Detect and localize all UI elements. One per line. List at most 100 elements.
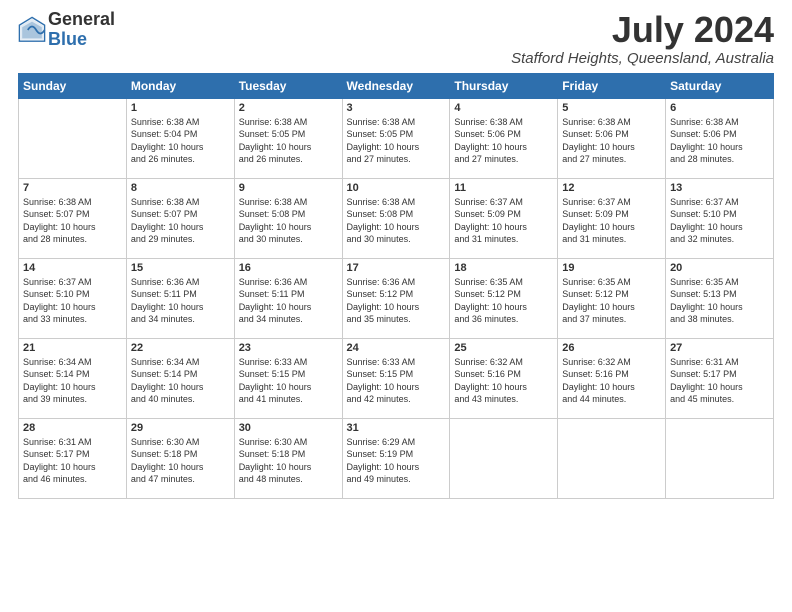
day-number: 15 [131, 262, 230, 274]
day-number: 22 [131, 342, 230, 354]
day-number: 10 [347, 182, 446, 194]
calendar-cell: 16 Sunrise: 6:36 AM Sunset: 5:11 PM Dayli… [234, 258, 342, 338]
day-info: Sunrise: 6:37 AM Sunset: 5:10 PM Dayligh… [670, 196, 769, 246]
col-monday: Monday [126, 73, 234, 98]
calendar-cell: 15 Sunrise: 6:36 AM Sunset: 5:11 PM Dayli… [126, 258, 234, 338]
calendar-cell: 7 Sunrise: 6:38 AM Sunset: 5:07 PM Daylig… [19, 178, 127, 258]
day-number: 20 [670, 262, 769, 274]
day-info: Sunrise: 6:38 AM Sunset: 5:07 PM Dayligh… [23, 196, 122, 246]
day-number: 29 [131, 422, 230, 434]
calendar-header-row: Sunday Monday Tuesday Wednesday Thursday… [19, 73, 774, 98]
calendar-cell: 26Sunrise: 6:32 AM Sunset: 5:16 PM Dayli… [558, 338, 666, 418]
calendar-cell: 11 Sunrise: 6:37 AM Sunset: 5:09 PM Dayli… [450, 178, 558, 258]
calendar-cell [19, 98, 127, 178]
calendar-cell: 22 Sunrise: 6:34 AM Sunset: 5:14 PM Dayli… [126, 338, 234, 418]
page: General Blue July 2024 Stafford Heights,… [0, 0, 792, 612]
day-number: 25 [454, 342, 553, 354]
calendar-cell: 29Sunrise: 6:30 AM Sunset: 5:18 PM Dayli… [126, 418, 234, 498]
calendar-cell: 14Sunrise: 6:37 AM Sunset: 5:10 PM Dayli… [19, 258, 127, 338]
day-info: Sunrise: 6:38 AM Sunset: 5:08 PM Dayligh… [239, 196, 338, 246]
day-number: 19 [562, 262, 661, 274]
calendar-cell: 9 Sunrise: 6:38 AM Sunset: 5:08 PM Daylig… [234, 178, 342, 258]
calendar-cell [666, 418, 774, 498]
day-info: Sunrise: 6:35 AM Sunset: 5:12 PM Dayligh… [562, 276, 661, 326]
day-info: Sunrise: 6:34 AM Sunset: 5:14 PM Dayligh… [131, 356, 230, 406]
calendar-cell: 12 Sunrise: 6:37 AM Sunset: 5:09 PM Dayli… [558, 178, 666, 258]
day-number: 11 [454, 182, 553, 194]
calendar-cell: 20 Sunrise: 6:35 AM Sunset: 5:13 PM Dayli… [666, 258, 774, 338]
day-info: Sunrise: 6:37 AM Sunset: 5:09 PM Dayligh… [562, 196, 661, 246]
logo-text: General Blue [48, 10, 115, 50]
day-info: Sunrise: 6:36 AM Sunset: 5:12 PM Dayligh… [347, 276, 446, 326]
col-friday: Friday [558, 73, 666, 98]
day-info: Sunrise: 6:35 AM Sunset: 5:13 PM Dayligh… [670, 276, 769, 326]
day-info: Sunrise: 6:32 AM Sunset: 5:16 PM Dayligh… [454, 356, 553, 406]
logo-icon [18, 16, 46, 44]
day-info: Sunrise: 6:38 AM Sunset: 5:05 PM Dayligh… [239, 116, 338, 166]
calendar-cell: 10Sunrise: 6:38 AM Sunset: 5:08 PM Dayli… [342, 178, 450, 258]
month-year-title: July 2024 [511, 10, 774, 50]
day-number: 9 [239, 182, 338, 194]
day-number: 4 [454, 102, 553, 114]
calendar-cell: 17Sunrise: 6:36 AM Sunset: 5:12 PM Dayli… [342, 258, 450, 338]
day-number: 7 [23, 182, 122, 194]
calendar-cell: 25 Sunrise: 6:32 AM Sunset: 5:16 PM Dayli… [450, 338, 558, 418]
day-info: Sunrise: 6:34 AM Sunset: 5:14 PM Dayligh… [23, 356, 122, 406]
day-number: 30 [239, 422, 338, 434]
calendar-cell: 5Sunrise: 6:38 AM Sunset: 5:06 PM Daylig… [558, 98, 666, 178]
calendar-cell: 4 Sunrise: 6:38 AM Sunset: 5:06 PM Daylig… [450, 98, 558, 178]
day-info: Sunrise: 6:38 AM Sunset: 5:07 PM Dayligh… [131, 196, 230, 246]
day-number: 28 [23, 422, 122, 434]
day-info: Sunrise: 6:35 AM Sunset: 5:12 PM Dayligh… [454, 276, 553, 326]
day-number: 14 [23, 262, 122, 274]
day-number: 6 [670, 102, 769, 114]
calendar-cell: 30 Sunrise: 6:30 AM Sunset: 5:18 PM Dayli… [234, 418, 342, 498]
calendar-cell: 8 Sunrise: 6:38 AM Sunset: 5:07 PM Daylig… [126, 178, 234, 258]
day-number: 13 [670, 182, 769, 194]
day-info: Sunrise: 6:30 AM Sunset: 5:18 PM Dayligh… [239, 436, 338, 486]
day-info: Sunrise: 6:31 AM Sunset: 5:17 PM Dayligh… [670, 356, 769, 406]
day-info: Sunrise: 6:38 AM Sunset: 5:05 PM Dayligh… [347, 116, 446, 166]
header: General Blue July 2024 Stafford Heights,… [18, 10, 774, 67]
day-number: 2 [239, 102, 338, 114]
day-number: 16 [239, 262, 338, 274]
calendar-cell: 18 Sunrise: 6:35 AM Sunset: 5:12 PM Dayli… [450, 258, 558, 338]
day-info: Sunrise: 6:38 AM Sunset: 5:06 PM Dayligh… [670, 116, 769, 166]
calendar-cell: 6 Sunrise: 6:38 AM Sunset: 5:06 PM Daylig… [666, 98, 774, 178]
day-number: 26 [562, 342, 661, 354]
day-info: Sunrise: 6:36 AM Sunset: 5:11 PM Dayligh… [239, 276, 338, 326]
day-number: 24 [347, 342, 446, 354]
col-saturday: Saturday [666, 73, 774, 98]
calendar-cell [450, 418, 558, 498]
col-sunday: Sunday [19, 73, 127, 98]
logo: General Blue [18, 10, 115, 50]
day-number: 31 [347, 422, 446, 434]
calendar-week-3: 14Sunrise: 6:37 AM Sunset: 5:10 PM Dayli… [19, 258, 774, 338]
calendar-body: 1Sunrise: 6:38 AM Sunset: 5:04 PM Daylig… [19, 98, 774, 498]
calendar-table: Sunday Monday Tuesday Wednesday Thursday… [18, 73, 774, 499]
calendar-cell: 19 Sunrise: 6:35 AM Sunset: 5:12 PM Dayli… [558, 258, 666, 338]
day-info: Sunrise: 6:36 AM Sunset: 5:11 PM Dayligh… [131, 276, 230, 326]
day-info: Sunrise: 6:37 AM Sunset: 5:09 PM Dayligh… [454, 196, 553, 246]
calendar-week-5: 28 Sunrise: 6:31 AM Sunset: 5:17 PM Dayli… [19, 418, 774, 498]
calendar-cell: 21 Sunrise: 6:34 AM Sunset: 5:14 PM Dayli… [19, 338, 127, 418]
col-thursday: Thursday [450, 73, 558, 98]
day-number: 5 [562, 102, 661, 114]
day-number: 8 [131, 182, 230, 194]
col-tuesday: Tuesday [234, 73, 342, 98]
day-number: 3 [347, 102, 446, 114]
calendar-cell: 23Sunrise: 6:33 AM Sunset: 5:15 PM Dayli… [234, 338, 342, 418]
calendar-cell: 28 Sunrise: 6:31 AM Sunset: 5:17 PM Dayli… [19, 418, 127, 498]
col-wednesday: Wednesday [342, 73, 450, 98]
calendar-cell [558, 418, 666, 498]
logo-blue-text: Blue [48, 30, 115, 50]
day-number: 12 [562, 182, 661, 194]
calendar-cell: 3 Sunrise: 6:38 AM Sunset: 5:05 PM Daylig… [342, 98, 450, 178]
calendar-week-2: 7 Sunrise: 6:38 AM Sunset: 5:07 PM Daylig… [19, 178, 774, 258]
day-info: Sunrise: 6:31 AM Sunset: 5:17 PM Dayligh… [23, 436, 122, 486]
title-block: July 2024 Stafford Heights, Queensland, … [511, 10, 774, 67]
day-info: Sunrise: 6:38 AM Sunset: 5:06 PM Dayligh… [454, 116, 553, 166]
day-number: 21 [23, 342, 122, 354]
day-number: 18 [454, 262, 553, 274]
calendar-week-1: 1Sunrise: 6:38 AM Sunset: 5:04 PM Daylig… [19, 98, 774, 178]
